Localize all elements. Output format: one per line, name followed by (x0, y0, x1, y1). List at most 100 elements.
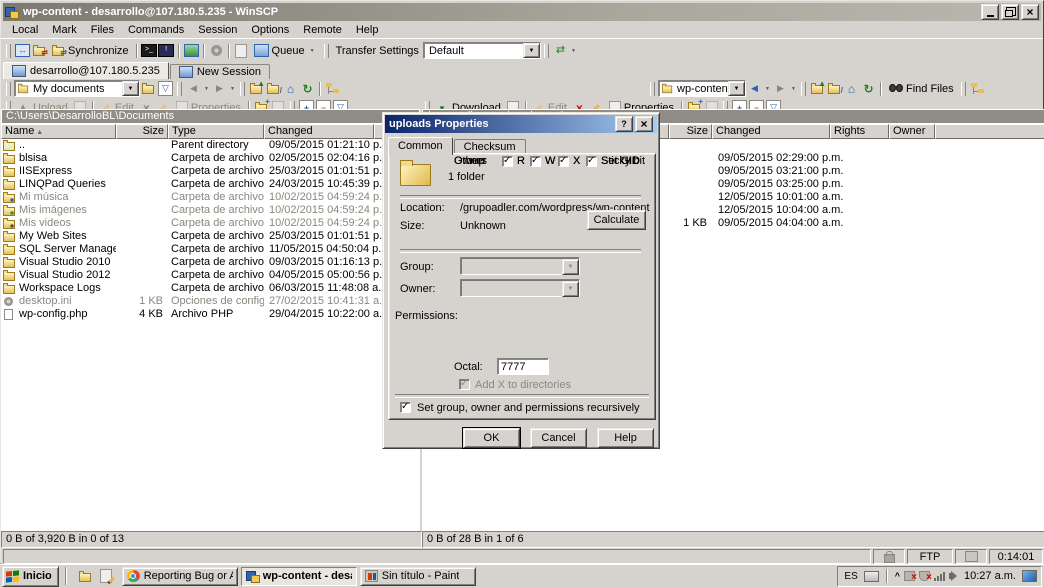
help-button[interactable]: Help (597, 428, 654, 448)
menu-item[interactable]: Session (191, 23, 244, 37)
title-bar[interactable]: wp-content - desarrollo@107.180.5.235 - … (3, 3, 1041, 21)
taskbar-task[interactable]: Sin título - Paint (360, 567, 476, 586)
menu-item[interactable]: Remote (296, 23, 349, 37)
transfer-mode-icon[interactable]: ⇄ (552, 43, 569, 59)
toolbar-grip[interactable] (177, 82, 182, 96)
perm-special-checkbox[interactable] (586, 156, 597, 167)
column-header-changed[interactable]: Changed (264, 124, 374, 139)
transfer-list-icon[interactable] (233, 43, 250, 59)
directory-tree-icon[interactable] (969, 81, 986, 97)
column-header-owner[interactable]: Owner (889, 124, 935, 139)
file-row[interactable]: Workspace Logs Carpeta de archivos 06/03… (1, 282, 420, 295)
explorer-icon[interactable] (77, 568, 94, 584)
file-row[interactable]: blsisa Carpeta de archivos 02/05/2015 02… (1, 152, 420, 165)
dialog-close-button[interactable] (635, 116, 653, 132)
security-alert-icon[interactable] (904, 571, 915, 581)
menu-item[interactable]: Files (84, 23, 121, 37)
gear-icon[interactable] (208, 43, 225, 59)
root-directory-icon[interactable]: / (265, 81, 282, 97)
taskbar-task[interactable]: wp-content - desarrol... (241, 567, 357, 586)
file-row[interactable]: Visual Studio 2010 Carpeta de archivos 0… (1, 256, 420, 269)
perm-w-checkbox[interactable] (530, 156, 541, 167)
queue-button[interactable]: Queue (250, 42, 321, 60)
file-row[interactable]: My Web Sites Carpeta de archivos 25/03/2… (1, 230, 420, 243)
local-path-bar[interactable]: C:\Users\DesarrolloBL\Documents (2, 110, 419, 123)
toolbar-grip[interactable] (801, 82, 806, 96)
chevron-down-icon[interactable] (122, 81, 139, 96)
session-tab[interactable]: New Session (170, 64, 270, 79)
add-x-checkbox[interactable] (459, 379, 470, 390)
language-indicator[interactable]: ES (842, 571, 859, 582)
menu-item[interactable]: Local (5, 23, 45, 37)
refresh-icon[interactable] (860, 81, 877, 97)
column-header-changed[interactable]: Changed (712, 124, 830, 139)
column-header-rights[interactable]: Rights (830, 124, 889, 139)
clock[interactable]: 10:27 a.m. (962, 570, 1018, 582)
taskbar-task[interactable]: Reporting Bug or Asking ... (122, 567, 238, 586)
owner-combo[interactable] (460, 279, 580, 297)
file-row[interactable]: .. Parent directory 09/05/2015 01:21:10 … (1, 139, 420, 152)
filter-icon[interactable]: ▽ (157, 81, 174, 97)
ok-button[interactable]: OK (463, 428, 520, 448)
menu-item[interactable]: Options (244, 23, 296, 37)
refresh-icon[interactable] (299, 81, 316, 97)
notepad-icon[interactable] (98, 568, 115, 584)
minimize-button[interactable] (981, 4, 999, 20)
file-row[interactable]: desktop.ini 1 KB Opciones de config... 2… (1, 295, 420, 308)
session-tab[interactable]: desarrollo@107.180.5.235 (3, 62, 169, 79)
keyboard-icon[interactable] (864, 571, 879, 582)
menu-item[interactable]: Mark (45, 23, 83, 37)
calculate-button[interactable]: Calculate (587, 210, 646, 230)
swap-panels-icon[interactable] (14, 43, 31, 59)
custom-command-icon[interactable]: ! (158, 43, 175, 59)
find-files-button[interactable]: Find Files (885, 80, 958, 98)
menu-item[interactable]: Commands (121, 23, 191, 37)
preferences-window-icon[interactable] (183, 43, 200, 59)
perm-r-checkbox[interactable] (502, 156, 513, 167)
hidden-icons-chevron[interactable]: ^ (895, 571, 900, 581)
toolbar-grip[interactable] (544, 44, 549, 58)
column-header-size[interactable]: Size (116, 124, 168, 139)
root-directory-icon[interactable]: / (826, 81, 843, 97)
toolbar-grip[interactable] (650, 82, 655, 96)
toolbar-grip[interactable] (324, 44, 329, 58)
remote-directory-combo[interactable]: wp-content (658, 80, 746, 97)
back-history-icon[interactable] (202, 82, 211, 96)
back-icon[interactable]: ◀ (746, 81, 763, 97)
perm-x-checkbox[interactable] (558, 156, 569, 167)
group-combo[interactable] (460, 257, 580, 275)
dialog-title-bar[interactable]: uploads Properties ? (385, 115, 657, 133)
toolbar-grip[interactable] (961, 82, 966, 96)
parent-directory-icon[interactable]: ▲ (248, 81, 265, 97)
console-icon[interactable]: >_ (141, 43, 158, 59)
toolbar-grip[interactable] (6, 82, 11, 96)
menu-item[interactable]: Help (349, 23, 386, 37)
chevron-down-icon[interactable] (728, 81, 745, 96)
file-row[interactable]: Visual Studio 2012 Carpeta de archivos 0… (1, 269, 420, 282)
file-row[interactable]: LINQPad Queries Carpeta de archivos 24/0… (1, 178, 420, 191)
updates-alert-icon[interactable] (919, 571, 930, 581)
synchronize-browsing-icon[interactable]: ⇄ (31, 43, 48, 59)
restore-button[interactable] (1001, 4, 1019, 20)
directory-tree-icon[interactable] (324, 81, 341, 97)
help-question-button[interactable]: ? (615, 116, 633, 132)
chevron-down-icon[interactable] (523, 43, 540, 58)
octal-input[interactable] (497, 358, 549, 375)
parent-directory-icon[interactable]: ▲ (809, 81, 826, 97)
forward-history-icon[interactable] (789, 82, 798, 96)
transfer-settings-combo[interactable]: Default (423, 42, 541, 59)
volume-icon[interactable] (949, 573, 953, 579)
forward-history-icon[interactable] (228, 82, 237, 96)
home-icon[interactable] (843, 81, 860, 97)
file-row[interactable]: wp-config.php 4 KB Archivo PHP 29/04/201… (1, 308, 420, 321)
file-row[interactable]: SQL Server Manageme... Carpeta de archiv… (1, 243, 420, 256)
file-row[interactable]: Mis imágenes Carpeta de archivos 10/02/2… (1, 204, 420, 217)
dialog-tab[interactable]: Common (388, 137, 453, 155)
back-history-icon[interactable] (763, 82, 772, 96)
column-header-size[interactable]: Size (669, 124, 712, 139)
show-desktop-icon[interactable] (1022, 570, 1037, 582)
recursive-checkbox[interactable] (400, 402, 411, 413)
column-header-name[interactable]: Name (1, 124, 116, 139)
open-directory-icon[interactable] (140, 81, 157, 97)
forward-icon[interactable]: ▶ (211, 81, 228, 97)
